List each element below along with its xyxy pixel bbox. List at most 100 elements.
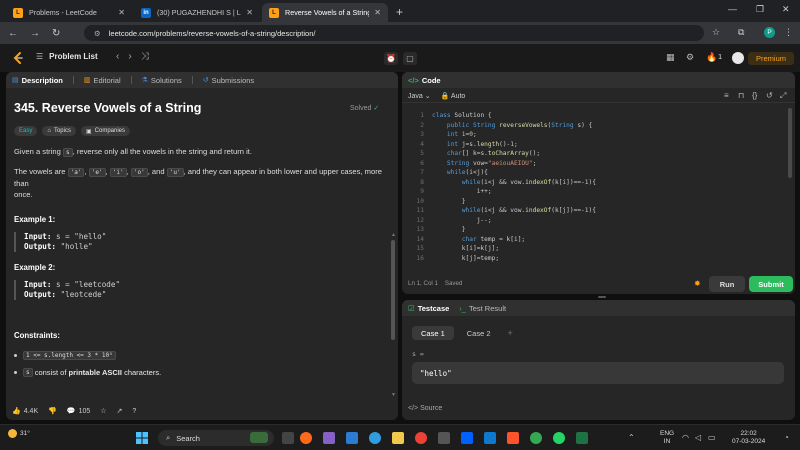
browser-tab-reverse-vowels[interactable]: L Reverse Vowels of a String - LeetCode … <box>262 3 388 22</box>
shuffle-icon[interactable]: ⤨ <box>141 51 158 62</box>
close-icon[interactable]: ✕ <box>118 8 125 17</box>
testcase-input-field[interactable]: "hello" <box>412 362 784 384</box>
tab-title: (30) PUGAZHENDHI S | LinkedIn <box>157 8 241 17</box>
weather-widget[interactable]: 31° <box>8 429 30 438</box>
reset-icon[interactable]: ↺ <box>766 91 773 100</box>
like-button[interactable]: 👍 4.4K <box>12 407 38 416</box>
tab-title: Reverse Vowels of a String - LeetCode <box>285 8 369 17</box>
topics-chip[interactable]: ⌂ Topics <box>42 126 76 136</box>
back-icon[interactable]: ← <box>8 28 18 39</box>
code-line: i++; <box>432 188 492 195</box>
code-line: while(i<j && vow.indexOf(k[i])==-1){ <box>461 178 596 186</box>
taskbar-search[interactable]: ⌕ Search <box>158 430 274 446</box>
file-explorer-icon[interactable] <box>392 432 404 444</box>
volume-icon[interactable]: ◁ <box>695 433 701 442</box>
notes-icon[interactable]: ▢ <box>403 52 417 65</box>
debug-icon[interactable]: ✸ <box>694 279 701 288</box>
next-problem-icon[interactable]: › <box>128 51 140 62</box>
language-select[interactable]: Java ⌄ <box>408 92 431 100</box>
scroll-down-icon[interactable]: ▼ <box>391 392 396 398</box>
checkbox-icon: ☑ <box>408 303 415 313</box>
code-line: k[j]=temp; <box>432 254 500 262</box>
add-case-icon[interactable]: + <box>508 328 513 338</box>
comments-button[interactable]: 💬 105 <box>67 407 90 416</box>
scroll-up-icon[interactable]: ▲ <box>391 232 396 238</box>
minimize-icon[interactable]: — <box>728 4 737 14</box>
notification-icon[interactable]: ◔ <box>784 433 789 442</box>
battery-icon[interactable]: ▭ <box>708 433 716 442</box>
code-line: while(i<j){ <box>446 169 488 176</box>
leetcode-logo-icon[interactable] <box>11 51 25 65</box>
auto-mode-toggle[interactable]: 🔒 Auto <box>441 92 466 100</box>
maximize-icon[interactable]: ❐ <box>756 4 764 15</box>
chevron-up-icon[interactable]: ⌃ <box>628 433 635 442</box>
excel-icon[interactable] <box>576 432 588 444</box>
help-icon[interactable]: ? <box>132 408 136 415</box>
format-icon[interactable]: ≡ <box>724 91 729 100</box>
run-button[interactable]: Run <box>709 276 745 292</box>
browser-menu-icon[interactable]: ⋮ <box>784 27 793 38</box>
layout-icon[interactable]: ▦ <box>666 52 675 63</box>
edge-icon[interactable] <box>369 432 381 444</box>
submit-button[interactable]: Submit <box>749 276 793 292</box>
user-avatar[interactable] <box>732 52 744 64</box>
wifi-icon[interactable]: ◠ <box>682 433 689 442</box>
favorite-star-icon[interactable]: ☆ <box>100 407 106 415</box>
tab-test-result[interactable]: ›_ Test Result <box>459 304 506 313</box>
tab-description[interactable]: ▤ Description <box>12 76 63 85</box>
whatsapp-icon[interactable] <box>553 432 565 444</box>
clock[interactable]: 22:02 07-03-2024 <box>732 430 765 446</box>
close-icon[interactable]: ✕ <box>246 8 253 17</box>
url-field[interactable]: ⚙ leetcode.com/problems/reverse-vowels-o… <box>84 25 704 41</box>
tab-submissions[interactable]: ↺ Submissions <box>203 76 254 85</box>
forward-icon[interactable]: → <box>30 28 40 39</box>
case-1-tab[interactable]: Case 1 <box>412 326 454 340</box>
tab-solutions[interactable]: ⚗ Solutions <box>142 76 182 85</box>
streak-fire-icon[interactable]: 🔥 <box>706 52 717 63</box>
windows-start-icon[interactable] <box>136 432 148 444</box>
case-2-tab[interactable]: Case 2 <box>458 326 500 340</box>
settings-gear-icon[interactable]: ⚙ <box>686 52 694 63</box>
panel-resize-handle[interactable] <box>598 296 606 298</box>
firefox-icon[interactable] <box>300 432 312 444</box>
tab-editorial[interactable]: ▥ Editorial <box>84 76 121 85</box>
settings-app-icon[interactable] <box>438 432 450 444</box>
braces-icon[interactable]: {} <box>752 91 757 100</box>
dropbox-icon[interactable] <box>461 432 473 444</box>
reload-icon[interactable]: ↻ <box>52 28 60 39</box>
timer-icon[interactable]: ⏰ <box>384 52 398 65</box>
share-icon[interactable]: ↗ <box>117 407 123 415</box>
brave-icon[interactable] <box>507 432 519 444</box>
source-button[interactable]: </> Source <box>408 405 442 412</box>
store-icon[interactable] <box>346 432 358 444</box>
language-indicator[interactable]: ENG IN <box>660 430 674 446</box>
bookmark-star-icon[interactable]: ☆ <box>712 27 720 38</box>
browser-tab-problems[interactable]: L Problems - LeetCode ✕ <box>6 3 132 22</box>
new-tab-button[interactable]: + <box>396 5 403 19</box>
prev-problem-icon[interactable]: ‹ <box>116 51 128 62</box>
close-window-icon[interactable]: ✕ <box>782 4 790 15</box>
bookmark-icon[interactable]: ⊓ <box>738 91 744 100</box>
chrome-active-icon[interactable] <box>530 432 542 444</box>
problem-list-button[interactable]: ☰ Problem List <box>36 52 98 61</box>
description-tabs: ▤ Description ▥ Editorial ⚗ Solutions ↺ Subm… <box>6 72 398 88</box>
close-icon[interactable]: ✕ <box>374 8 381 17</box>
teams-icon[interactable] <box>323 432 335 444</box>
dislike-button[interactable]: 👎 <box>48 407 57 415</box>
description-panel: ▤ Description ▥ Editorial ⚗ Solutions ↺ Subm… <box>6 72 398 420</box>
companies-chip[interactable]: ▣ Companies <box>80 126 131 136</box>
tab-testcase[interactable]: ☑ Testcase <box>408 304 449 313</box>
site-info-icon[interactable]: ⚙ <box>94 29 101 38</box>
vscode-icon[interactable] <box>484 432 496 444</box>
editor-scrollbar[interactable] <box>788 108 792 178</box>
profile-avatar[interactable]: P <box>764 27 775 38</box>
premium-button[interactable]: Premium <box>748 52 794 65</box>
code-editor[interactable]: 1 class Solution { 2 public String rever… <box>402 106 795 272</box>
chrome-icon[interactable] <box>415 432 427 444</box>
task-view-icon[interactable] <box>282 432 294 444</box>
description-scrollbar[interactable] <box>391 240 395 340</box>
extensions-icon[interactable]: ⧉ <box>738 27 744 38</box>
solved-status: Solved ✓ <box>350 105 380 112</box>
fullscreen-icon[interactable]: ⤢ <box>780 91 786 101</box>
browser-tab-linkedin[interactable]: in (30) PUGAZHENDHI S | LinkedIn ✕ <box>134 3 260 22</box>
